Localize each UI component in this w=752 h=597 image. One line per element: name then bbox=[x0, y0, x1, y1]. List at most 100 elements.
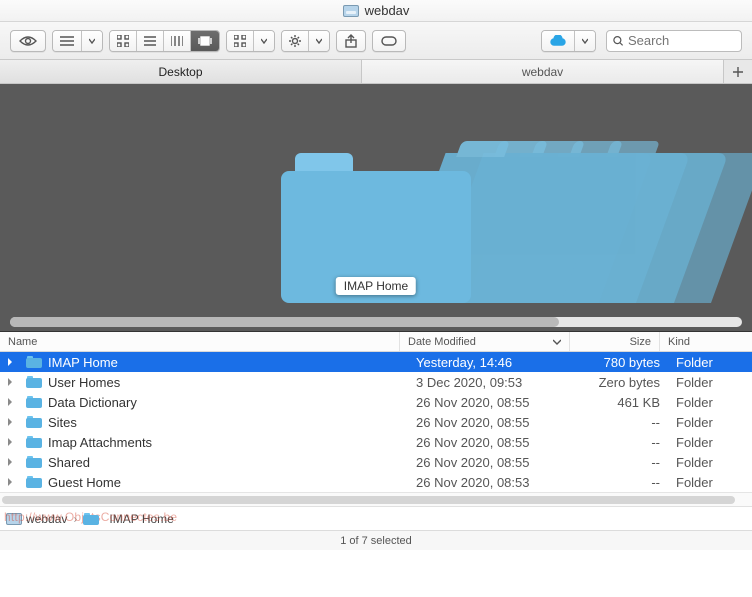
disclosure-triangle-icon[interactable] bbox=[4, 436, 16, 448]
cell-kind: Folder bbox=[668, 375, 738, 390]
status-bar: 1 of 7 selected bbox=[0, 530, 752, 550]
cell-name: Shared bbox=[18, 455, 408, 470]
cell-name: Guest Home bbox=[18, 475, 408, 490]
cell-size: -- bbox=[578, 435, 668, 450]
file-name: Sites bbox=[48, 415, 77, 430]
cell-kind: Folder bbox=[668, 355, 738, 370]
tab-desktop[interactable]: Desktop bbox=[0, 60, 362, 83]
disclosure-triangle-icon[interactable] bbox=[4, 396, 16, 408]
tags-button[interactable] bbox=[372, 30, 406, 52]
path-bar: http://www.ObjetsConnectes.be webdav › I… bbox=[0, 506, 752, 530]
tabbar: Desktop webdav bbox=[0, 60, 752, 84]
tab-webdav[interactable]: webdav bbox=[362, 60, 724, 83]
folder-icon bbox=[83, 513, 99, 525]
table-row[interactable]: Data Dictionary 26 Nov 2020, 08:55461 KBF… bbox=[0, 392, 752, 412]
folder-icon bbox=[26, 456, 42, 468]
icloud-menu[interactable] bbox=[541, 30, 596, 52]
cell-name: Sites bbox=[18, 415, 408, 430]
folder-icon bbox=[26, 416, 42, 428]
tab-label: Desktop bbox=[158, 65, 202, 79]
search-input[interactable] bbox=[628, 33, 735, 48]
cell-date: 26 Nov 2020, 08:55 bbox=[408, 395, 578, 410]
table-row[interactable]: IMAP Home Yesterday, 14:46780 bytesFolder bbox=[0, 352, 752, 372]
file-name: User Homes bbox=[48, 375, 120, 390]
file-name: Guest Home bbox=[48, 475, 121, 490]
table-row[interactable]: User Homes3 Dec 2020, 09:53Zero bytesFol… bbox=[0, 372, 752, 392]
cell-size: 461 KB bbox=[578, 395, 668, 410]
horizontal-scrollbar[interactable] bbox=[0, 492, 752, 506]
sort-indicator-icon bbox=[553, 339, 561, 345]
disclosure-triangle-icon[interactable] bbox=[4, 376, 16, 388]
table-row[interactable]: Imap Attachments26 Nov 2020, 08:55--Fold… bbox=[0, 432, 752, 452]
cell-kind: Folder bbox=[668, 415, 738, 430]
cell-size: 780 bytes bbox=[578, 355, 668, 370]
path-label: IMAP Home bbox=[109, 512, 173, 526]
file-name: Data Dictionary bbox=[48, 395, 137, 410]
gear-icon bbox=[289, 35, 301, 47]
path-label: webdav bbox=[26, 512, 67, 526]
view-list[interactable] bbox=[137, 31, 164, 51]
path-item-folder[interactable]: IMAP Home bbox=[83, 512, 173, 526]
search-field[interactable] bbox=[606, 30, 743, 52]
list-style-menu[interactable] bbox=[82, 31, 102, 51]
file-name: IMAP Home bbox=[48, 355, 118, 370]
file-list: IMAP HomeYesterday, 14:46780 bytesFolder… bbox=[0, 352, 752, 492]
chevron-right-icon: › bbox=[73, 512, 77, 526]
cell-date: 26 Nov 2020, 08:55 bbox=[408, 455, 578, 470]
coverflow-scrollbar[interactable] bbox=[0, 317, 752, 331]
quicklook-button[interactable] bbox=[10, 30, 46, 52]
disclosure-triangle-icon[interactable] bbox=[4, 416, 16, 428]
search-icon bbox=[613, 35, 623, 47]
column-date-modified[interactable]: Date Modified bbox=[400, 332, 570, 351]
coverflow-preview: IMAP Home bbox=[0, 84, 752, 332]
folder-icon bbox=[26, 396, 42, 408]
action-gear-button[interactable] bbox=[282, 31, 309, 51]
cell-size: -- bbox=[578, 415, 668, 430]
tag-icon bbox=[381, 36, 397, 46]
cell-name: User Homes bbox=[18, 375, 408, 390]
cell-name: Data Dictionary bbox=[18, 395, 408, 410]
cell-date: 3 Dec 2020, 09:53 bbox=[408, 375, 578, 390]
cell-date: 26 Nov 2020, 08:53 bbox=[408, 475, 578, 490]
column-size[interactable]: Size bbox=[570, 332, 660, 351]
column-kind[interactable]: Kind bbox=[660, 332, 730, 351]
arrange-button[interactable] bbox=[227, 31, 254, 51]
action-menu[interactable] bbox=[309, 31, 329, 51]
share-button[interactable] bbox=[336, 30, 366, 52]
window-title: webdav bbox=[365, 3, 410, 18]
coverflow-canvas[interactable]: IMAP Home bbox=[0, 84, 752, 317]
coverflow-focused-label: IMAP Home bbox=[336, 277, 416, 295]
cell-kind: Folder bbox=[668, 455, 738, 470]
disclosure-triangle-icon[interactable] bbox=[4, 476, 16, 488]
disclosure-triangle-icon[interactable] bbox=[4, 356, 16, 368]
view-coverflow[interactable] bbox=[191, 31, 219, 51]
disclosure-triangle-icon[interactable] bbox=[4, 456, 16, 468]
column-name[interactable]: Name bbox=[0, 332, 400, 351]
list-style-button[interactable] bbox=[53, 31, 82, 51]
view-mode-segment bbox=[109, 30, 220, 52]
folder-icon bbox=[26, 476, 42, 488]
cell-kind: Folder bbox=[668, 395, 738, 410]
view-icon-grid[interactable] bbox=[110, 31, 137, 51]
view-columns[interactable] bbox=[164, 31, 191, 51]
new-tab-button[interactable] bbox=[724, 60, 752, 83]
list-header: Name Date Modified Size Kind bbox=[0, 332, 752, 352]
cell-name: IMAP Home bbox=[18, 355, 408, 370]
file-name: Imap Attachments bbox=[48, 435, 152, 450]
folder-icon bbox=[26, 436, 42, 448]
cell-size: -- bbox=[578, 455, 668, 470]
tab-label: webdav bbox=[522, 65, 563, 79]
group-segment bbox=[52, 30, 103, 52]
cell-date: Yesterday, 14:46 bbox=[408, 355, 578, 370]
path-item-root[interactable]: webdav bbox=[6, 512, 67, 526]
status-text: 1 of 7 selected bbox=[340, 535, 412, 547]
table-row[interactable]: Sites26 Nov 2020, 08:55--Folder bbox=[0, 412, 752, 432]
arrange-menu[interactable] bbox=[254, 31, 274, 51]
toolbar bbox=[0, 22, 752, 60]
file-name: Shared bbox=[48, 455, 90, 470]
arrange-segment bbox=[226, 30, 275, 52]
folder-icon bbox=[26, 376, 42, 388]
cell-date: 26 Nov 2020, 08:55 bbox=[408, 435, 578, 450]
table-row[interactable]: Shared 26 Nov 2020, 08:55--Folder bbox=[0, 452, 752, 472]
table-row[interactable]: Guest Home26 Nov 2020, 08:53--Folder bbox=[0, 472, 752, 492]
